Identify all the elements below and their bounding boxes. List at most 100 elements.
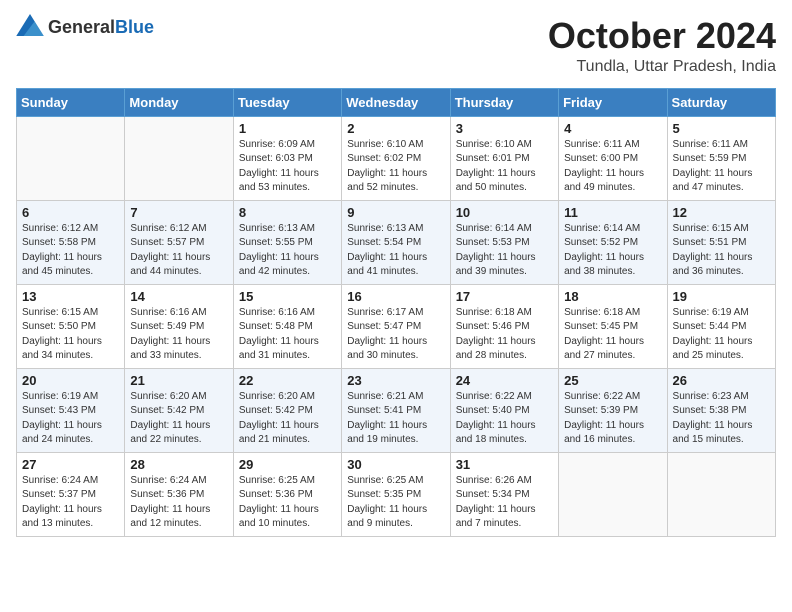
calendar-day-header: Monday xyxy=(125,88,233,116)
day-info: Sunrise: 6:25 AMSunset: 5:36 PMDaylight:… xyxy=(239,474,336,532)
calendar-week-row: 27 Sunrise: 6:24 AMSunset: 5:37 PMDayligh… xyxy=(17,452,776,536)
logo-general: General xyxy=(48,17,115,37)
calendar-day-cell: 29 Sunrise: 6:25 AMSunset: 5:36 PMDayligh… xyxy=(233,452,341,536)
calendar-day-cell: 15 Sunrise: 6:16 AMSunset: 5:48 PMDayligh… xyxy=(233,284,341,368)
calendar-day-cell: 6Sunrise: 6:12 AMSunset: 5:58 PMDaylight… xyxy=(17,200,125,284)
day-number: 27 xyxy=(22,457,119,472)
day-info: Sunrise: 6:22 AMSunset: 5:40 PMDaylight:… xyxy=(456,390,553,448)
calendar-day-cell: 27 Sunrise: 6:24 AMSunset: 5:37 PMDayligh… xyxy=(17,452,125,536)
calendar-day-cell: 30 Sunrise: 6:25 AMSunset: 5:35 PMDayligh… xyxy=(342,452,450,536)
calendar-day-cell: 13 Sunrise: 6:15 AMSunset: 5:50 PMDayligh… xyxy=(17,284,125,368)
calendar-day-cell: 19 Sunrise: 6:19 AMSunset: 5:44 PMDayligh… xyxy=(667,284,775,368)
day-info: Sunrise: 6:24 AMSunset: 5:36 PMDaylight:… xyxy=(130,474,227,532)
day-number: 11 xyxy=(564,205,661,220)
day-info: Sunrise: 6:14 AMSunset: 5:52 PMDaylight:… xyxy=(564,222,661,280)
day-number: 1 xyxy=(239,121,336,136)
day-number: 8 xyxy=(239,205,336,220)
title-block: October 2024 Tundla, Uttar Pradesh, Indi… xyxy=(548,16,776,76)
day-number: 30 xyxy=(347,457,444,472)
day-number: 2 xyxy=(347,121,444,136)
day-number: 18 xyxy=(564,289,661,304)
day-number: 9 xyxy=(347,205,444,220)
day-number: 23 xyxy=(347,373,444,388)
day-info: Sunrise: 6:25 AMSunset: 5:35 PMDaylight:… xyxy=(347,474,444,532)
day-number: 3 xyxy=(456,121,553,136)
calendar-day-cell: 20 Sunrise: 6:19 AMSunset: 5:43 PMDayligh… xyxy=(17,368,125,452)
day-info: Sunrise: 6:15 AMSunset: 5:51 PMDaylight:… xyxy=(673,222,770,280)
day-number: 28 xyxy=(130,457,227,472)
day-info: Sunrise: 6:19 AMSunset: 5:43 PMDaylight:… xyxy=(22,390,119,448)
day-info: Sunrise: 6:17 AMSunset: 5:47 PMDaylight:… xyxy=(347,306,444,364)
calendar-day-cell: 28 Sunrise: 6:24 AMSunset: 5:36 PMDayligh… xyxy=(125,452,233,536)
day-info: Sunrise: 6:10 AMSunset: 6:02 PMDaylight:… xyxy=(347,138,444,196)
logo-text: GeneralBlue xyxy=(48,17,154,38)
day-info: Sunrise: 6:18 AMSunset: 5:45 PMDaylight:… xyxy=(564,306,661,364)
day-number: 26 xyxy=(673,373,770,388)
calendar-day-header: Wednesday xyxy=(342,88,450,116)
day-info: Sunrise: 6:13 AMSunset: 5:54 PMDaylight:… xyxy=(347,222,444,280)
day-info: Sunrise: 6:12 AMSunset: 5:57 PMDaylight:… xyxy=(130,222,227,280)
calendar-day-cell: 9 Sunrise: 6:13 AMSunset: 5:54 PMDaylight… xyxy=(342,200,450,284)
calendar-day-cell: 26Sunrise: 6:23 AMSunset: 5:38 PMDayligh… xyxy=(667,368,775,452)
calendar-day-cell xyxy=(125,116,233,200)
day-number: 22 xyxy=(239,373,336,388)
day-number: 16 xyxy=(347,289,444,304)
calendar-day-cell: 22Sunrise: 6:20 AMSunset: 5:42 PMDayligh… xyxy=(233,368,341,452)
calendar-day-header: Sunday xyxy=(17,88,125,116)
day-number: 24 xyxy=(456,373,553,388)
calendar-table: SundayMondayTuesdayWednesdayThursdayFrid… xyxy=(16,88,776,537)
calendar-day-cell: 25 Sunrise: 6:22 AMSunset: 5:39 PMDayligh… xyxy=(559,368,667,452)
calendar-week-row: 13 Sunrise: 6:15 AMSunset: 5:50 PMDayligh… xyxy=(17,284,776,368)
calendar-day-cell: 2 Sunrise: 6:10 AMSunset: 6:02 PMDaylight… xyxy=(342,116,450,200)
day-number: 20 xyxy=(22,373,119,388)
calendar-day-cell: 23Sunrise: 6:21 AMSunset: 5:41 PMDayligh… xyxy=(342,368,450,452)
calendar-day-cell: 17Sunrise: 6:18 AMSunset: 5:46 PMDayligh… xyxy=(450,284,558,368)
page-header: GeneralBlue October 2024 Tundla, Uttar P… xyxy=(16,16,776,76)
day-info: Sunrise: 6:22 AMSunset: 5:39 PMDaylight:… xyxy=(564,390,661,448)
day-number: 6 xyxy=(22,205,119,220)
day-info: Sunrise: 6:20 AMSunset: 5:42 PMDaylight:… xyxy=(130,390,227,448)
day-info: Sunrise: 6:11 AMSunset: 6:00 PMDaylight:… xyxy=(564,138,661,196)
day-number: 13 xyxy=(22,289,119,304)
day-info: Sunrise: 6:26 AMSunset: 5:34 PMDaylight:… xyxy=(456,474,553,532)
calendar-day-header: Tuesday xyxy=(233,88,341,116)
day-info: Sunrise: 6:13 AMSunset: 5:55 PMDaylight:… xyxy=(239,222,336,280)
day-info: Sunrise: 6:24 AMSunset: 5:37 PMDaylight:… xyxy=(22,474,119,532)
day-number: 17 xyxy=(456,289,553,304)
day-number: 15 xyxy=(239,289,336,304)
day-info: Sunrise: 6:15 AMSunset: 5:50 PMDaylight:… xyxy=(22,306,119,364)
calendar-day-header: Friday xyxy=(559,88,667,116)
calendar-day-cell xyxy=(559,452,667,536)
calendar-day-cell: 12Sunrise: 6:15 AMSunset: 5:51 PMDayligh… xyxy=(667,200,775,284)
month-title: October 2024 xyxy=(548,16,776,56)
day-number: 19 xyxy=(673,289,770,304)
calendar-week-row: 6Sunrise: 6:12 AMSunset: 5:58 PMDaylight… xyxy=(17,200,776,284)
calendar-day-cell: 21Sunrise: 6:20 AMSunset: 5:42 PMDayligh… xyxy=(125,368,233,452)
calendar-day-header: Thursday xyxy=(450,88,558,116)
day-number: 29 xyxy=(239,457,336,472)
calendar-day-cell: 24 Sunrise: 6:22 AMSunset: 5:40 PMDayligh… xyxy=(450,368,558,452)
day-info: Sunrise: 6:10 AMSunset: 6:01 PMDaylight:… xyxy=(456,138,553,196)
day-number: 25 xyxy=(564,373,661,388)
calendar-week-row: 20 Sunrise: 6:19 AMSunset: 5:43 PMDayligh… xyxy=(17,368,776,452)
calendar-day-cell: 16 Sunrise: 6:17 AMSunset: 5:47 PMDayligh… xyxy=(342,284,450,368)
day-number: 10 xyxy=(456,205,553,220)
calendar-day-cell: 8 Sunrise: 6:13 AMSunset: 5:55 PMDaylight… xyxy=(233,200,341,284)
calendar-day-cell: 11 Sunrise: 6:14 AMSunset: 5:52 PMDayligh… xyxy=(559,200,667,284)
calendar-day-cell: 4 Sunrise: 6:11 AMSunset: 6:00 PMDaylight… xyxy=(559,116,667,200)
location-title: Tundla, Uttar Pradesh, India xyxy=(548,58,776,76)
day-number: 4 xyxy=(564,121,661,136)
day-number: 31 xyxy=(456,457,553,472)
day-info: Sunrise: 6:16 AMSunset: 5:48 PMDaylight:… xyxy=(239,306,336,364)
day-info: Sunrise: 6:11 AMSunset: 5:59 PMDaylight:… xyxy=(673,138,770,196)
calendar-day-cell: 10 Sunrise: 6:14 AMSunset: 5:53 PMDayligh… xyxy=(450,200,558,284)
calendar-day-cell: 18 Sunrise: 6:18 AMSunset: 5:45 PMDayligh… xyxy=(559,284,667,368)
day-info: Sunrise: 6:16 AMSunset: 5:49 PMDaylight:… xyxy=(130,306,227,364)
calendar-week-row: 1Sunrise: 6:09 AMSunset: 6:03 PMDaylight… xyxy=(17,116,776,200)
calendar-day-cell: 7Sunrise: 6:12 AMSunset: 5:57 PMDaylight… xyxy=(125,200,233,284)
calendar-day-cell: 14Sunrise: 6:16 AMSunset: 5:49 PMDayligh… xyxy=(125,284,233,368)
day-info: Sunrise: 6:19 AMSunset: 5:44 PMDaylight:… xyxy=(673,306,770,364)
day-info: Sunrise: 6:14 AMSunset: 5:53 PMDaylight:… xyxy=(456,222,553,280)
calendar-day-cell xyxy=(17,116,125,200)
calendar-day-cell: 1Sunrise: 6:09 AMSunset: 6:03 PMDaylight… xyxy=(233,116,341,200)
